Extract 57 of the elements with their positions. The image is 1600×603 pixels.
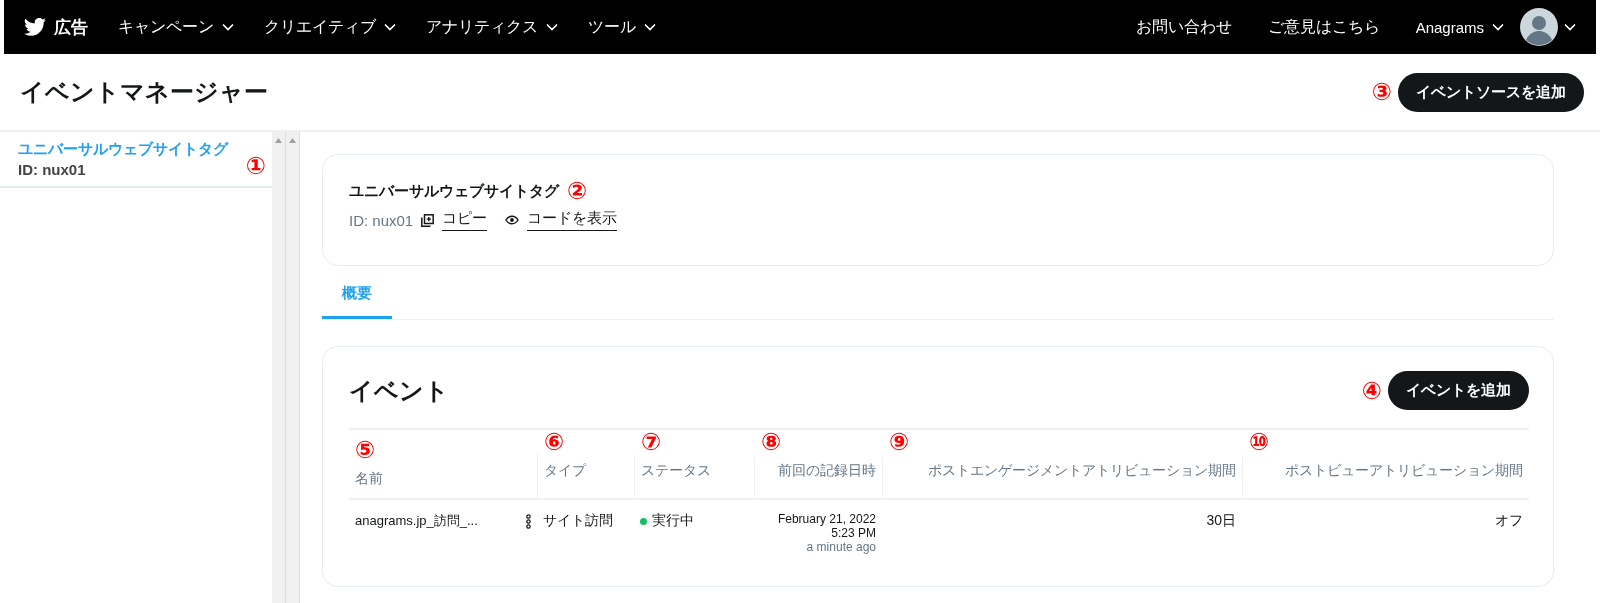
table-cell: 5:23 PM <box>831 526 876 540</box>
nav-menu[interactable]: キャンペーン <box>118 16 234 38</box>
vertical-dots-icon <box>526 514 531 529</box>
add-event-source-button[interactable]: イベントソースを追加 <box>1398 72 1584 112</box>
callout-number: ③ <box>1371 80 1392 104</box>
events-title: イベント <box>349 375 449 406</box>
source-id: ID: nux01 <box>349 211 414 229</box>
avatar-icon <box>1520 8 1558 46</box>
add-event-button[interactable]: イベントを追加 <box>1388 371 1529 410</box>
brand-label: 広告 <box>54 16 88 39</box>
account-menu[interactable]: Anagrams <box>1415 18 1504 36</box>
scrollbar-track[interactable] <box>286 132 300 603</box>
top-link[interactable]: ご意見はこちら <box>1267 16 1380 38</box>
column-header: 前回の記録日時 <box>778 462 876 480</box>
nav-menu[interactable]: アナリティクス <box>426 16 558 38</box>
table-cell: 30日 <box>1206 512 1236 530</box>
copy-link[interactable]: コピー <box>442 209 488 231</box>
column-header: タイプ <box>544 462 586 480</box>
callout-number: ② <box>567 179 588 203</box>
chevron-down-icon <box>384 23 396 31</box>
column-header: ステータス <box>641 462 711 480</box>
callout-number: ⑩ <box>1249 430 1270 454</box>
more-options-button[interactable] <box>526 512 531 529</box>
table-cell: anagrams.jp_訪問_... <box>355 512 478 530</box>
eye-icon <box>505 215 520 225</box>
view-code-link[interactable]: コードを表示 <box>527 209 618 231</box>
source-title: ユニバーサルウェブサイトタグ <box>349 181 559 201</box>
table-cell: サイト訪問 <box>543 512 613 530</box>
chevron-down-icon <box>222 23 234 31</box>
table-cell: February 21, 2022 <box>777 512 876 526</box>
callout-number: ① <box>245 154 266 178</box>
item-title: ユニバーサルウェブサイトタグ <box>18 140 228 159</box>
column-header: ポストビューアトリビューション期間 <box>1285 462 1523 480</box>
callout-number: ⑥ <box>544 430 565 454</box>
table-cell: オフ <box>1495 512 1523 530</box>
column-header: 名前 <box>355 470 383 488</box>
bird-logo-icon <box>24 18 46 36</box>
table-cell: 実行中 <box>652 512 694 530</box>
chevron-down-icon <box>1564 23 1576 31</box>
callout-number: ④ <box>1361 378 1382 403</box>
relative-time: a minute ago <box>806 540 876 554</box>
nav-menu[interactable]: クリエイティブ <box>264 16 396 38</box>
callout-number: ⑧ <box>761 430 782 454</box>
scrollbar-track[interactable] <box>272 132 286 603</box>
item-id: ID: nux01 <box>18 161 87 178</box>
callout-number: ⑦ <box>641 430 662 454</box>
avatar-menu[interactable] <box>1520 8 1576 46</box>
column-header: ポストエンゲージメントアトリビューション期間 <box>928 462 1236 480</box>
chevron-down-icon <box>1492 23 1504 31</box>
top-link[interactable]: お問い合わせ <box>1135 16 1232 38</box>
chevron-down-icon <box>644 23 656 31</box>
chevron-down-icon <box>546 23 558 31</box>
nav-menu[interactable]: ツール <box>588 16 656 38</box>
callout-number: ⑨ <box>889 430 910 454</box>
copy-icon <box>421 213 435 227</box>
page-title: イベントマネージャー <box>20 77 268 107</box>
callout-number: ⑤ <box>355 438 376 462</box>
